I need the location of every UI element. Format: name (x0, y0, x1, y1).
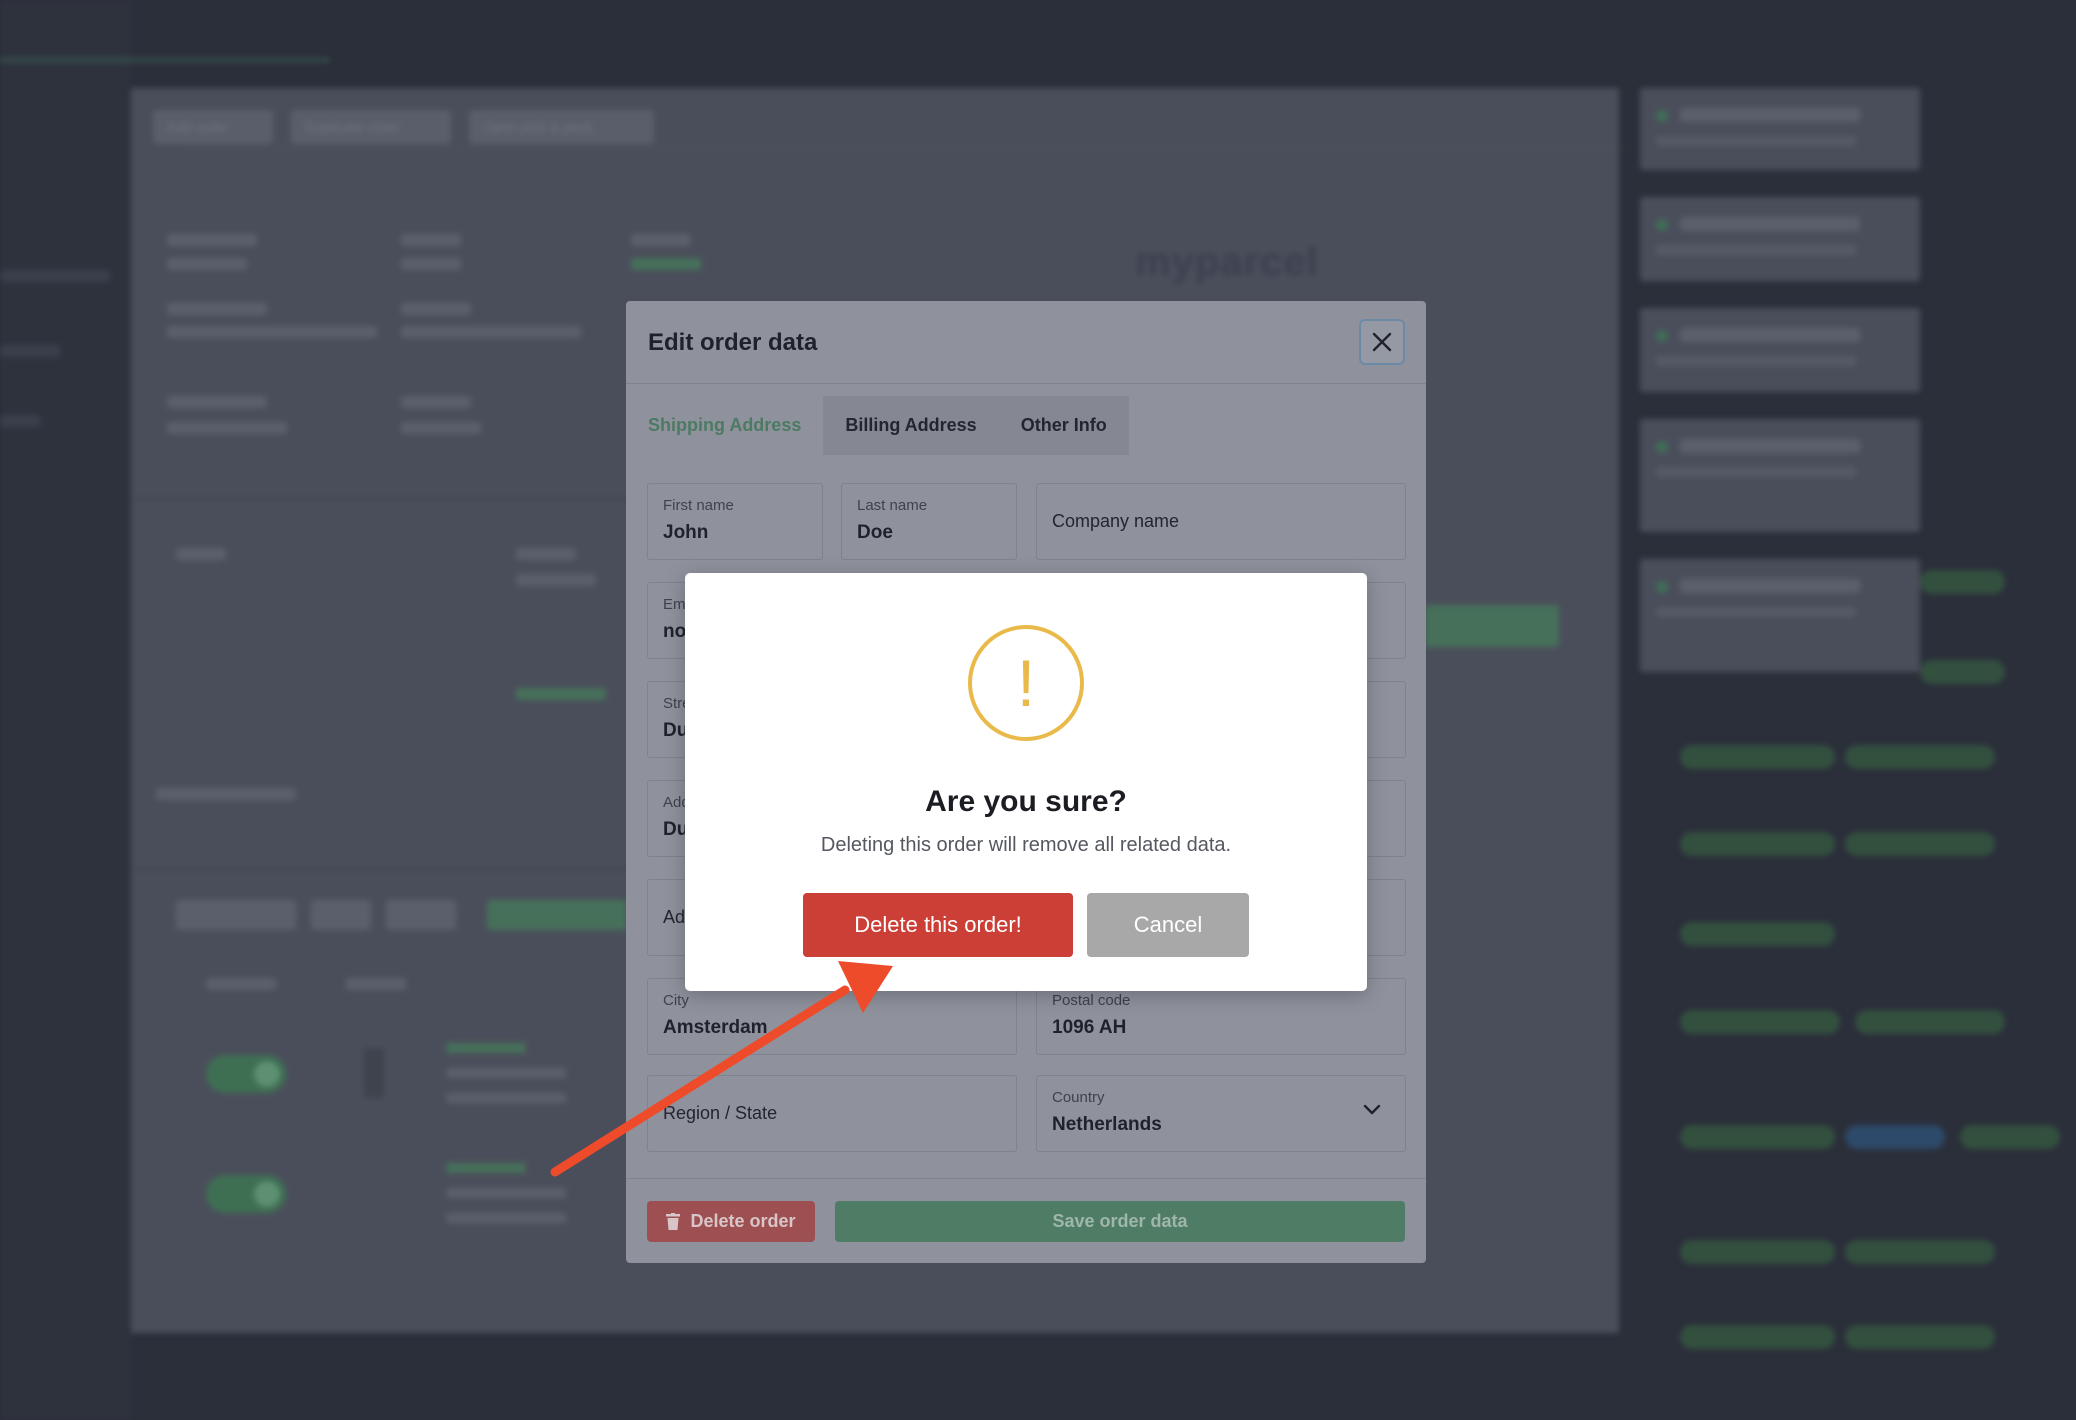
bg-toolbar-button: Open pick & pack (469, 110, 654, 144)
city-value: Amsterdam (663, 1017, 768, 1038)
delete-order-label: Delete order (690, 1211, 796, 1231)
bg-green-button (1425, 605, 1559, 647)
edit-modal-header: Edit order data (626, 301, 1426, 384)
email-value: no (663, 621, 687, 642)
bg-include-toggle (206, 1055, 286, 1093)
last-name-label: Last name (857, 497, 928, 514)
bg-sidebar-item (0, 270, 110, 282)
bg-sidebar-item (0, 415, 40, 427)
address-tabs: Shipping Address Billing Address Other I… (626, 396, 1129, 455)
last-name-field[interactable]: Last name Doe (841, 483, 1017, 560)
company-name-placeholder: Company name (1052, 511, 1180, 531)
trash-icon (666, 1213, 681, 1230)
tab-other-info[interactable]: Other Info (998, 396, 1129, 455)
confirm-title: Are you sure? (925, 785, 1127, 818)
bg-timeline-item (1640, 197, 1920, 281)
bg-sidebar-item (0, 345, 60, 357)
cancel-button[interactable]: Cancel (1087, 893, 1249, 957)
confirm-delete-button[interactable]: Delete this order! (803, 893, 1073, 957)
city-label: City (663, 992, 689, 1009)
confirm-message: Deleting this order will remove all rela… (820, 834, 1232, 856)
close-icon (1372, 332, 1392, 352)
email-label: Em (663, 596, 686, 613)
bg-progress-line (0, 58, 330, 62)
confirm-dialog: ! Are you sure? Deleting this order will… (685, 573, 1367, 991)
bg-sidebar (0, 0, 131, 1420)
bg-toolbar-button: Duplicate order (291, 110, 451, 144)
bg-toolbar-button: Add order (153, 110, 273, 144)
company-name-field[interactable]: Company name (1036, 483, 1406, 560)
bg-timeline-item (1640, 88, 1920, 170)
bg-timeline-item (1640, 559, 1920, 672)
delete-order-button[interactable]: Delete order (647, 1201, 815, 1242)
tab-shipping-address[interactable]: Shipping Address (626, 396, 824, 455)
first-name-label: First name (663, 497, 734, 514)
save-order-button[interactable]: Save order data (835, 1201, 1405, 1242)
address-line-3-placeholder: Ad (663, 907, 686, 927)
country-label: Country (1052, 1089, 1105, 1106)
postal-code-value: 1096 AH (1052, 1017, 1127, 1038)
region-placeholder: Region / State (663, 1103, 778, 1123)
tab-billing-address[interactable]: Billing Address (823, 396, 999, 455)
chevron-down-icon (1363, 1104, 1381, 1115)
bg-include-toggle (206, 1175, 286, 1213)
bg-timeline-item (1640, 419, 1920, 532)
first-name-field[interactable]: First name John (647, 483, 823, 560)
warning-icon: ! (968, 625, 1084, 741)
last-name-value: Doe (857, 522, 893, 543)
first-name-value: John (663, 522, 709, 543)
edit-modal-title: Edit order data (648, 329, 818, 356)
bg-myparcel-logo: myparcel (1135, 240, 1319, 284)
country-select[interactable]: Country Netherlands (1036, 1075, 1406, 1152)
country-value: Netherlands (1052, 1114, 1162, 1135)
edit-modal-footer: Delete order Save order data (626, 1178, 1426, 1263)
close-button[interactable] (1359, 319, 1405, 365)
postal-code-label: Postal code (1052, 992, 1131, 1009)
region-field[interactable]: Region / State (647, 1075, 1017, 1152)
bg-timeline-item (1640, 308, 1920, 392)
